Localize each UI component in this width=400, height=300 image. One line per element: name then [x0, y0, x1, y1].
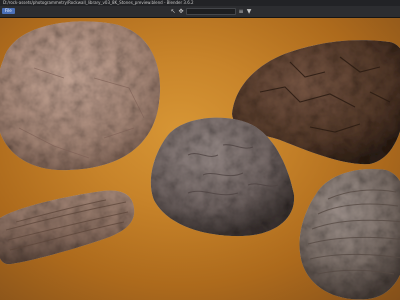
move-icon[interactable]: ✥ [178, 8, 184, 15]
ribbed-stone[interactable] [298, 164, 400, 300]
rounded-boulder[interactable] [0, 18, 164, 178]
filter-icon[interactable]: ≡ [238, 8, 244, 15]
3d-viewport[interactable] [0, 18, 400, 300]
speckled-grey-stone[interactable] [148, 115, 296, 237]
file-menu-tab[interactable]: File [2, 8, 15, 14]
wood-grain-log[interactable] [0, 178, 136, 278]
timeline-field[interactable] [186, 8, 236, 15]
top-toolbar: File ↖ ✥ ≡ ▼ [0, 6, 400, 18]
funnel-icon[interactable]: ▼ [246, 8, 252, 15]
toolbar-center-tools: ↖ ✥ ≡ ▼ [170, 8, 260, 15]
cursor-icon[interactable]: ↖ [170, 8, 176, 15]
